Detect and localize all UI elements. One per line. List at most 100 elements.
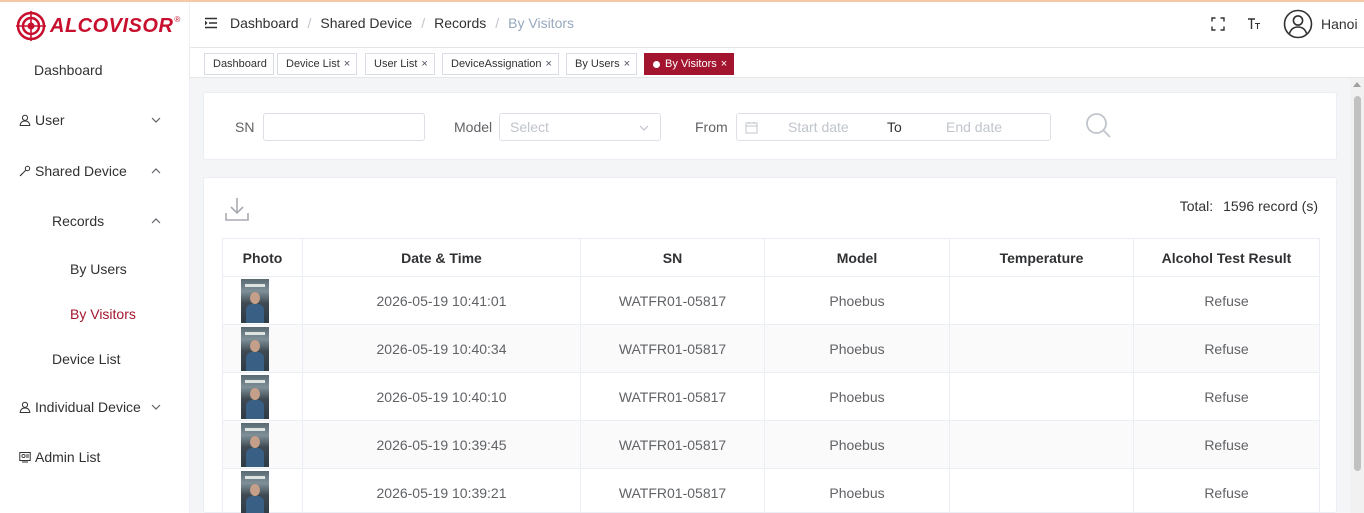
active-dot-icon — [653, 60, 660, 68]
sidebar-item-label: By Visitors — [70, 306, 136, 322]
tag-by-users[interactable]: By Users × — [566, 53, 638, 75]
close-icon[interactable]: × — [546, 58, 552, 70]
datetime-cell: 2026-05-19 10:39:45 — [302, 420, 581, 469]
filter-card: SN Model Select From Start date To End d… — [203, 92, 1337, 160]
visitor-photo[interactable] — [241, 374, 269, 419]
model-select[interactable]: Select — [499, 113, 661, 141]
datetime-cell: 2026-05-19 10:41:01 — [302, 276, 581, 325]
close-icon[interactable]: × — [721, 58, 727, 70]
datetime-cell: 2026-05-19 10:40:10 — [302, 372, 581, 421]
model-select-placeholder: Select — [510, 119, 549, 135]
vertical-scrollbar[interactable] — [1350, 78, 1364, 513]
visitor-photo[interactable] — [241, 278, 269, 323]
datetime-cell: 2026-05-19 10:40:34 — [302, 324, 581, 373]
sidebar-item-label: Device List — [52, 351, 121, 367]
close-icon[interactable]: × — [624, 58, 630, 70]
search-icon[interactable] — [1084, 111, 1112, 139]
column-header-datetime: Date & Time — [302, 238, 581, 277]
sidebar-item-device-list[interactable]: Device List — [0, 339, 189, 379]
model-cell: Phoebus — [764, 372, 950, 421]
sidebar-item-user[interactable]: User — [0, 100, 189, 140]
sn-input[interactable] — [263, 113, 425, 141]
scroll-up-arrow-icon[interactable] — [1353, 82, 1361, 87]
breadcrumb-dashboard[interactable]: Dashboard — [230, 15, 299, 31]
chevron-down-icon — [639, 125, 649, 131]
records-table: Photo Date & Time SN Model Temperature A… — [222, 238, 1320, 513]
download-icon[interactable] — [224, 196, 250, 222]
from-label: From — [695, 119, 728, 135]
sn-cell: WATFR01-05817 — [580, 276, 765, 325]
scroll-thumb[interactable] — [1354, 96, 1361, 471]
result-cell: Refuse — [1133, 324, 1320, 373]
table-row[interactable]: 2026-05-19 10:39:21 WATFR01-05817 Phoebu… — [222, 468, 1320, 513]
sidebar-item-by-visitors[interactable]: By Visitors — [0, 294, 189, 334]
sn-label: SN — [235, 119, 255, 135]
tag-label: User List — [374, 58, 418, 70]
table-row[interactable]: 2026-05-19 10:41:01 WATFR01-05817 Phoebu… — [222, 276, 1320, 325]
menu-toggle-icon[interactable] — [205, 17, 217, 29]
tag-user-list[interactable]: User List × — [365, 53, 435, 75]
date-range-separator: To — [887, 119, 902, 135]
table-row[interactable]: 2026-05-19 10:40:34 WATFR01-05817 Phoebu… — [222, 324, 1320, 373]
photo-cell — [222, 468, 303, 513]
tag-dashboard[interactable]: Dashboard — [204, 53, 274, 75]
brand-name: ALCOVISOR — [50, 14, 174, 37]
close-icon[interactable]: × — [344, 58, 350, 70]
sidebar-item-by-users[interactable]: By Users — [0, 249, 189, 289]
model-cell: Phoebus — [764, 276, 950, 325]
tag-label: By Users — [575, 58, 620, 70]
sidebar-item-dashboard[interactable]: Dashboard — [0, 50, 189, 90]
chevron-down-icon — [151, 117, 161, 123]
breadcrumb-separator: / — [307, 15, 312, 31]
visitor-photo[interactable] — [241, 422, 269, 467]
sidebar-item-label: User — [35, 112, 65, 128]
model-cell: Phoebus — [764, 420, 950, 469]
target-logo-icon — [16, 11, 46, 41]
chevron-down-icon — [151, 404, 161, 410]
tag-device-list[interactable]: Device List × — [277, 53, 358, 75]
total-records: Total: 1596 record (s) — [1180, 198, 1318, 214]
breadcrumb: Dashboard / Shared Device / Records / By… — [230, 15, 574, 31]
total-label: Total: — [1179, 198, 1214, 214]
visitor-photo[interactable] — [241, 326, 269, 371]
start-date-input[interactable]: Start date — [788, 119, 849, 135]
end-date-input[interactable]: End date — [946, 119, 1002, 135]
sn-cell: WATFR01-05817 — [580, 468, 765, 513]
visitor-photo[interactable] — [241, 470, 269, 513]
photo-cell — [222, 276, 303, 325]
avatar-icon[interactable] — [1283, 9, 1313, 39]
date-range-picker[interactable]: Start date To End date — [736, 113, 1051, 141]
top-header: Dashboard / Shared Device / Records / By… — [190, 2, 1364, 47]
tag-label: Device List — [286, 58, 340, 70]
sidebar-item-admin-list[interactable]: Admin List — [0, 437, 189, 477]
breadcrumb-shared-device[interactable]: Shared Device — [320, 15, 412, 31]
breadcrumb-separator: / — [421, 15, 426, 31]
sidebar-item-label: By Users — [70, 261, 127, 277]
column-header-photo: Photo — [222, 238, 303, 277]
sidebar-item-records[interactable]: Records — [0, 201, 189, 241]
close-icon[interactable]: × — [421, 58, 427, 70]
table-row[interactable]: 2026-05-19 10:40:10 WATFR01-05817 Phoebu… — [222, 372, 1320, 421]
tag-label: DeviceAssignation — [451, 58, 542, 70]
sidebar-item-label: Records — [52, 213, 105, 229]
model-cell: Phoebus — [764, 324, 950, 373]
username[interactable]: Hanoi — [1321, 16, 1358, 32]
tag-device-assignation[interactable]: DeviceAssignation × — [442, 53, 559, 75]
tag-by-visitors[interactable]: By Visitors × — [644, 53, 735, 75]
result-cell: Refuse — [1133, 372, 1320, 421]
sidebar-item-individual-device[interactable]: Individual Device — [0, 387, 189, 427]
sidebar-item-label: Shared Device — [35, 163, 127, 179]
sidebar-item-shared-device[interactable]: Shared Device — [0, 151, 189, 191]
breadcrumb-records[interactable]: Records — [434, 15, 486, 31]
photo-cell — [222, 420, 303, 469]
fullscreen-icon[interactable] — [1211, 17, 1225, 31]
calendar-icon — [745, 122, 758, 134]
table-header-row: Photo Date & Time SN Model Temperature A… — [222, 238, 1320, 277]
table-row[interactable]: 2026-05-19 10:39:45 WATFR01-05817 Phoebu… — [222, 420, 1320, 469]
column-header-temperature: Temperature — [949, 238, 1134, 277]
sidebar: ALCOVISOR ® Dashboard User Shared Device… — [0, 2, 190, 513]
font-size-icon[interactable] — [1247, 17, 1261, 31]
chevron-up-icon — [151, 168, 161, 174]
admin-icon — [19, 452, 31, 463]
brand-logo[interactable]: ALCOVISOR ® — [16, 11, 180, 41]
